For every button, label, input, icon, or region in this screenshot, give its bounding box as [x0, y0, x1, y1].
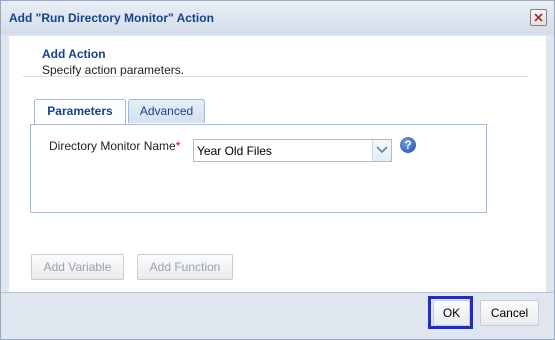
section-title: Add Action — [42, 47, 106, 61]
footer-divider — [1, 292, 554, 293]
tab-parameters[interactable]: Parameters — [34, 99, 126, 124]
ok-label: OK — [442, 306, 461, 320]
dialog-titlebar[interactable]: Add "Run Directory Monitor" Action — [1, 1, 554, 35]
dialog-title: Add "Run Directory Monitor" Action — [9, 11, 214, 25]
required-marker: * — [175, 139, 181, 153]
dropdown-trigger[interactable] — [372, 140, 391, 161]
section-description: Specify action parameters. — [42, 63, 185, 77]
directory-monitor-value: Year Old Files — [197, 144, 272, 158]
dialog-content: Add Action Specify action parameters. Pa… — [9, 36, 546, 292]
parameters-panel: Directory Monitor Name* Year Old Files ? — [30, 124, 487, 213]
tab-advanced-label: Advanced — [139, 104, 194, 118]
directory-monitor-select[interactable]: Year Old Files — [193, 139, 392, 162]
header-divider — [23, 76, 528, 77]
cancel-button[interactable]: Cancel — [480, 300, 539, 326]
directory-monitor-name-label: Directory Monitor Name* — [49, 139, 180, 153]
tab-parameters-label: Parameters — [47, 104, 113, 118]
add-function-button[interactable]: Add Function — [137, 254, 233, 280]
field-label-text: Directory Monitor Name — [49, 139, 176, 153]
close-button[interactable] — [530, 9, 547, 26]
cancel-label: Cancel — [490, 306, 529, 320]
chevron-down-icon — [376, 146, 388, 154]
add-function-label: Add Function — [149, 260, 221, 274]
add-variable-label: Add Variable — [43, 260, 112, 274]
close-icon — [534, 13, 543, 22]
add-variable-button[interactable]: Add Variable — [31, 254, 124, 280]
help-icon[interactable]: ? — [400, 137, 416, 153]
tab-advanced[interactable]: Advanced — [128, 99, 205, 123]
add-action-dialog: Add "Run Directory Monitor" Action Add A… — [0, 0, 555, 340]
ok-button[interactable]: OK — [433, 300, 470, 326]
